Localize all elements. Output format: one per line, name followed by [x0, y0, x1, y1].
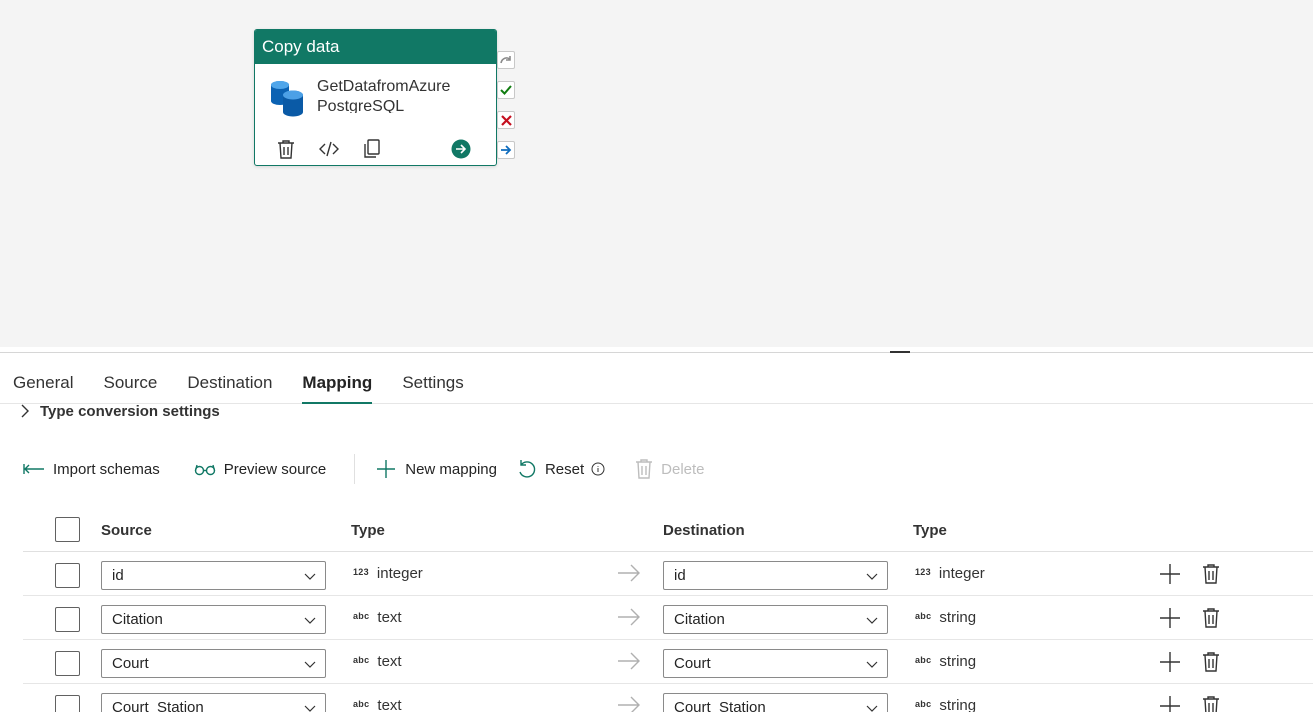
tab-settings[interactable]: Settings: [402, 366, 463, 404]
destination-type: abc string: [915, 653, 977, 670]
reset-icon: [519, 460, 536, 478]
toolbar-separator: [354, 454, 356, 484]
type-badge: abc: [353, 699, 370, 709]
destination-type: 123 integer: [915, 565, 985, 582]
table-row: Citation abc text Citation abc string: [23, 596, 1313, 640]
add-row-icon[interactable]: [1158, 606, 1182, 630]
header-source: Source: [101, 522, 152, 539]
source-column-select[interactable]: Citation: [101, 605, 326, 634]
header-destination-type: Type: [913, 522, 947, 539]
delete-activity-icon[interactable]: [275, 138, 297, 160]
activity-name: GetDatafromAzure PostgreSQL: [317, 78, 451, 113]
azure-postgresql-icon: [271, 81, 303, 117]
type-conversion-settings-toggle[interactable]: Type conversion settings: [18, 401, 220, 421]
source-type: abc text: [353, 697, 402, 712]
delete-row-icon[interactable]: [1199, 650, 1223, 674]
glasses-icon: [194, 464, 215, 476]
delete-row-icon[interactable]: [1199, 606, 1223, 630]
type-badge: abc: [353, 655, 370, 665]
tab-general[interactable]: General: [13, 366, 73, 404]
tab-destination[interactable]: Destination: [187, 366, 272, 404]
source-type: 123 integer: [353, 565, 423, 582]
header-destination: Destination: [663, 522, 745, 539]
destination-column-select[interactable]: Court: [663, 649, 888, 678]
plus-icon: [377, 460, 396, 478]
preview-source-button[interactable]: Preview source: [194, 455, 326, 483]
row-checkbox[interactable]: [55, 607, 80, 632]
type-badge: abc: [353, 611, 370, 621]
table-row: Court_Station abc text Court_Station abc…: [23, 684, 1313, 712]
mapping-table: Source Type Destination Type id 123 inte…: [23, 510, 1313, 712]
chevron-down-icon: [866, 705, 878, 712]
tab-source[interactable]: Source: [103, 366, 157, 404]
chevron-down-icon: [866, 661, 878, 668]
mapping-arrow-icon: [618, 652, 640, 670]
trash-icon: [636, 459, 653, 479]
chevron-down-icon: [304, 617, 316, 624]
chevron-right-icon: [21, 404, 29, 418]
row-checkbox[interactable]: [55, 651, 80, 676]
type-badge: 123: [353, 567, 369, 577]
chevron-down-icon: [866, 617, 878, 624]
splitter-handle[interactable]: [890, 351, 910, 353]
chevron-down-icon: [304, 705, 316, 712]
add-row-icon[interactable]: [1158, 694, 1182, 712]
tab-mapping[interactable]: Mapping: [302, 366, 372, 404]
clone-icon[interactable]: [361, 138, 383, 160]
mapping-toolbar: Import schemas Preview source New mappin…: [23, 454, 705, 484]
add-row-icon[interactable]: [1158, 562, 1182, 586]
source-column-select[interactable]: id: [101, 561, 326, 590]
on-success-port-icon[interactable]: [497, 81, 515, 99]
go-to-activity-icon[interactable]: [450, 138, 472, 160]
source-column-select[interactable]: Court_Station: [101, 693, 326, 712]
delete-row-icon[interactable]: [1199, 694, 1223, 712]
row-checkbox[interactable]: [55, 563, 80, 588]
info-icon[interactable]: [591, 462, 605, 476]
source-column-select[interactable]: Court: [101, 649, 326, 678]
destination-column-select[interactable]: id: [663, 561, 888, 590]
new-mapping-button[interactable]: New mapping: [375, 455, 497, 483]
table-row: Court abc text Court abc string: [23, 640, 1313, 684]
table-row: id 123 integer id 123 integer: [23, 552, 1313, 596]
type-conversion-label: Type conversion settings: [40, 402, 220, 420]
header-source-type: Type: [351, 522, 385, 539]
import-arrow-icon: [23, 464, 44, 474]
type-badge: abc: [915, 655, 932, 665]
type-badge: 123: [915, 567, 931, 577]
select-all-checkbox[interactable]: [55, 517, 80, 542]
source-type: abc text: [353, 653, 402, 670]
panel-splitter[interactable]: [0, 347, 1313, 353]
delete-button[interactable]: Delete: [635, 455, 705, 483]
import-schemas-button[interactable]: Import schemas: [23, 455, 160, 483]
destination-type: abc string: [915, 697, 977, 712]
delete-row-icon[interactable]: [1199, 562, 1223, 586]
destination-type: abc string: [915, 609, 977, 626]
on-fail-port-icon[interactable]: [497, 111, 515, 129]
add-row-icon[interactable]: [1158, 650, 1182, 674]
properties-tabs: General Source Destination Mapping Setti…: [13, 366, 494, 404]
type-badge: abc: [915, 699, 932, 709]
code-icon[interactable]: [318, 138, 340, 160]
activity-title: Copy data: [255, 30, 496, 64]
type-badge: abc: [915, 611, 932, 621]
chevron-down-icon: [304, 661, 316, 668]
chevron-down-icon: [866, 573, 878, 580]
mapping-arrow-icon: [618, 696, 640, 712]
on-skip-port-icon[interactable]: [497, 51, 515, 69]
mapping-arrow-icon: [618, 608, 640, 626]
destination-column-select[interactable]: Citation: [663, 605, 888, 634]
mapping-arrow-icon: [618, 564, 640, 582]
on-completion-port-icon[interactable]: [497, 141, 515, 159]
destination-column-select[interactable]: Court_Station: [663, 693, 888, 712]
source-type: abc text: [353, 609, 402, 626]
pipeline-canvas[interactable]: Copy data GetDatafromAzure PostgreSQL: [0, 0, 1313, 347]
row-checkbox[interactable]: [55, 695, 80, 712]
chevron-down-icon: [304, 573, 316, 580]
reset-button[interactable]: Reset: [517, 455, 613, 483]
copy-data-activity[interactable]: Copy data GetDatafromAzure PostgreSQL: [254, 29, 497, 166]
table-header: Source Type Destination Type: [23, 510, 1313, 552]
